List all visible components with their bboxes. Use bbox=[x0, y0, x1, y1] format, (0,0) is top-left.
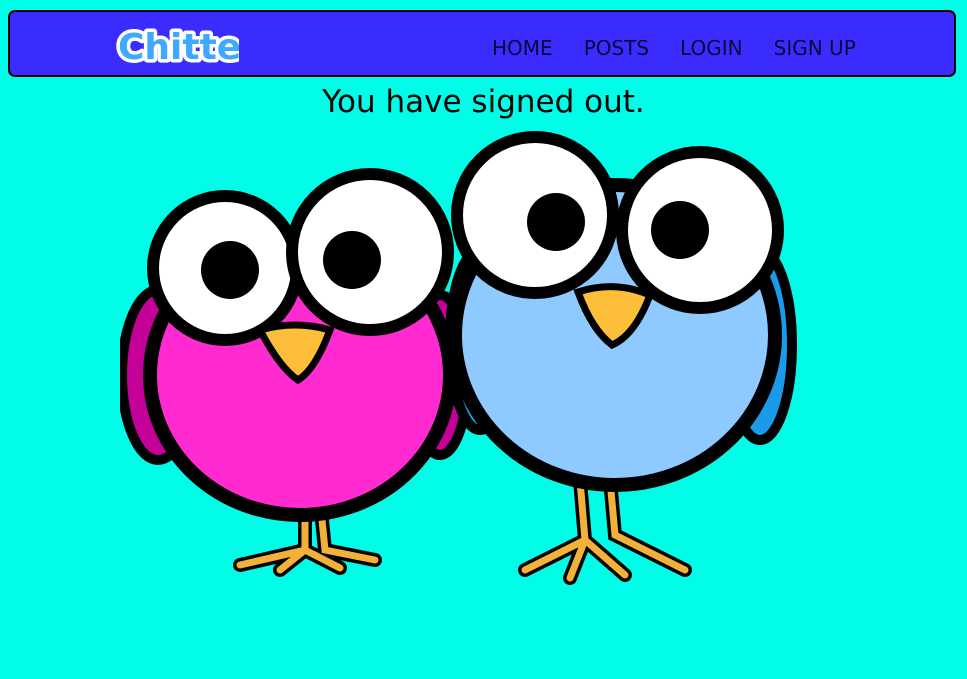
blue-bird bbox=[445, 131, 797, 585]
nav-signup-link[interactable]: SIGN UP bbox=[774, 36, 856, 60]
nav-home-link[interactable]: HOME bbox=[492, 36, 553, 60]
nav-links: HOME POSTS LOGIN SIGN UP bbox=[492, 36, 856, 60]
logo-text: Chitter bbox=[118, 27, 239, 68]
logo-image: Chitter Chitter bbox=[115, 24, 263, 72]
navbar: Chitter Chitter HOME POSTS LOGIN SIGN UP bbox=[8, 10, 956, 77]
chitter-logo[interactable]: Chitter Chitter bbox=[114, 21, 263, 73]
birds-image bbox=[117, 130, 800, 604]
nav-posts-link[interactable]: POSTS bbox=[584, 36, 649, 60]
pink-bird bbox=[117, 168, 473, 577]
nav-login-link[interactable]: LOGIN bbox=[680, 36, 743, 60]
signed-out-message: You have signed out. bbox=[322, 84, 645, 120]
